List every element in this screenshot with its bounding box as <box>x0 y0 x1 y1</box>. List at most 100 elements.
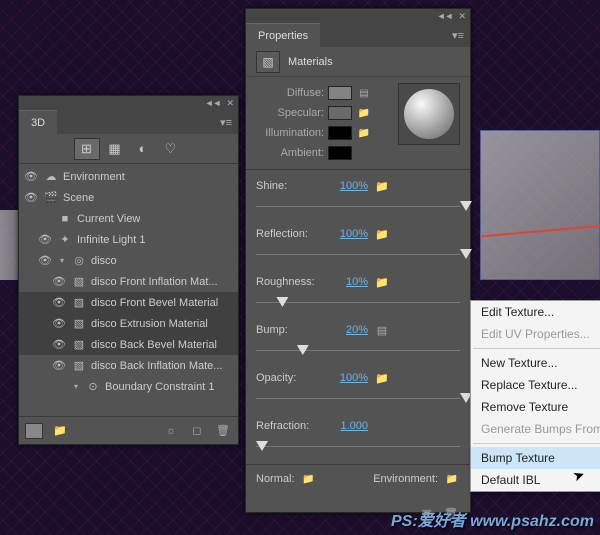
tree-disco[interactable]: 👁 ▾ ◎ disco <box>19 250 238 271</box>
menu-edit-texture[interactable]: Edit Texture... <box>471 301 600 323</box>
materials-icon[interactable]: ▧ <box>256 51 280 73</box>
tab-3d[interactable]: 3D <box>19 110 57 134</box>
folder-icon[interactable]: 📁 <box>356 128 372 139</box>
camera-icon: ■ <box>57 213 73 225</box>
texture-picker-icon[interactable]: ▤ <box>356 88 372 99</box>
visibility-icon[interactable]: 👁 <box>37 254 53 267</box>
mesh-icon: ◎ <box>71 254 87 267</box>
tree-label: Environment <box>63 171 125 183</box>
folder-icon[interactable]: 📁 <box>356 108 372 119</box>
visibility-icon[interactable]: 👁 <box>51 275 67 288</box>
visibility-icon[interactable]: 👁 <box>51 317 67 330</box>
material-icon: ▧ <box>71 317 87 330</box>
folder-icon[interactable]: 📁 <box>374 372 390 385</box>
menu-replace-texture[interactable]: Replace Texture... <box>471 374 600 396</box>
texture-picker-icon[interactable]: ▤ <box>374 324 390 337</box>
roughness-label: Roughness: <box>256 276 318 288</box>
delete-icon[interactable]: 🗑 <box>214 424 232 437</box>
tree-material-extrusion[interactable]: 👁 ▧ disco Extrusion Material <box>19 313 238 334</box>
slider-knob[interactable] <box>460 201 472 211</box>
shine-slider[interactable] <box>256 196 460 216</box>
menu-new-texture[interactable]: New Texture... <box>471 352 600 374</box>
slider-knob[interactable] <box>297 345 309 355</box>
menu-remove-texture[interactable]: Remove Texture <box>471 396 600 418</box>
bump-slider[interactable] <box>256 340 460 360</box>
panel-3d: ◄◄ ✕ 3D ▾≡ ⊞ ▦ ◐ ♡ 👁 ☁ Environment 👁 🎬 S… <box>18 95 239 445</box>
slider-knob[interactable] <box>276 297 288 307</box>
folder-icon[interactable]: 📁 <box>51 424 69 437</box>
normal-environment-row: Normal: 📁 Environment: 📁 <box>246 464 470 493</box>
filter-light-button[interactable]: ♡ <box>158 138 184 160</box>
expand-icon[interactable]: ▾ <box>57 256 67 265</box>
tree-label: disco Back Bevel Material <box>91 339 217 351</box>
scene-icon: 🎬 <box>43 191 59 204</box>
menu-edit-uv: Edit UV Properties... <box>471 323 600 345</box>
roughness-slider[interactable] <box>256 292 460 312</box>
tree-material-front-inflation[interactable]: 👁 ▧ disco Front Inflation Mat... <box>19 271 238 292</box>
refraction-slider[interactable] <box>256 436 460 456</box>
filter-scene-button[interactable]: ⊞ <box>74 138 100 160</box>
new-icon[interactable]: ◻ <box>188 424 206 437</box>
render-icon[interactable]: ☼ <box>162 425 180 437</box>
tree-environment[interactable]: 👁 ☁ Environment <box>19 166 238 187</box>
slider-knob[interactable] <box>460 249 472 259</box>
visibility-icon[interactable]: 👁 <box>37 233 53 246</box>
filter-material-button[interactable]: ◐ <box>130 138 156 160</box>
visibility-icon[interactable]: 👁 <box>23 170 39 183</box>
tree-label: disco Back Inflation Mate... <box>91 360 222 372</box>
tab-properties[interactable]: Properties <box>246 23 320 47</box>
panel-menu-icon[interactable]: ▾≡ <box>220 116 232 129</box>
reflection-value[interactable]: 100% <box>324 228 368 240</box>
panel-props-header[interactable]: ◄◄ ✕ <box>246 9 470 23</box>
scene-tree: 👁 ☁ Environment 👁 🎬 Scene ■ Current View… <box>19 164 238 399</box>
collapse-arrows-icon[interactable]: ◄◄ <box>437 11 453 21</box>
panel-menu-icon[interactable]: ▾≡ <box>452 29 464 42</box>
ambient-swatch[interactable] <box>328 146 352 160</box>
tree-boundary-constraint[interactable]: ▾ ⊙ Boundary Constraint 1 <box>19 376 238 397</box>
shine-value[interactable]: 100% <box>324 180 368 192</box>
collapse-arrows-icon[interactable]: ◄◄ <box>205 98 221 108</box>
slider-knob[interactable] <box>256 441 268 451</box>
reflection-slider[interactable] <box>256 244 460 264</box>
opacity-value[interactable]: 100% <box>324 372 368 384</box>
footer-swatch[interactable] <box>25 423 43 439</box>
tree-label: Current View <box>77 213 140 225</box>
tree-label: Infinite Light 1 <box>77 234 146 246</box>
refraction-value[interactable]: 1.000 <box>324 420 368 432</box>
visibility-icon[interactable]: 👁 <box>51 296 67 309</box>
visibility-icon[interactable]: 👁 <box>51 359 67 372</box>
close-chevron-icon[interactable]: ✕ <box>458 11 466 22</box>
tree-material-back-bevel[interactable]: 👁 ▧ disco Back Bevel Material <box>19 334 238 355</box>
tree-material-back-inflation[interactable]: 👁 ▧ disco Back Inflation Mate... <box>19 355 238 376</box>
panel-3d-tabbar: 3D ▾≡ <box>19 110 238 134</box>
tree-label: disco Extrusion Material <box>91 318 208 330</box>
materials-title: Materials <box>288 56 333 68</box>
tree-material-front-bevel[interactable]: 👁 ▧ disco Front Bevel Material <box>19 292 238 313</box>
bump-row: Bump: 20% ▤ <box>256 320 460 340</box>
diffuse-swatch[interactable] <box>328 86 352 100</box>
folder-icon[interactable]: 📁 <box>444 474 460 485</box>
folder-icon[interactable]: 📁 <box>374 228 390 241</box>
material-preview[interactable] <box>398 83 460 145</box>
tree-infinite-light[interactable]: 👁 ✦ Infinite Light 1 <box>19 229 238 250</box>
folder-icon[interactable]: 📁 <box>374 180 390 193</box>
illumination-swatch[interactable] <box>328 126 352 140</box>
specular-swatch[interactable] <box>328 106 352 120</box>
filter-mesh-button[interactable]: ▦ <box>102 138 128 160</box>
close-chevron-icon[interactable]: ✕ <box>226 98 234 109</box>
menu-generate-bumps: Generate Bumps From D <box>471 418 600 440</box>
visibility-icon[interactable]: 👁 <box>23 191 39 204</box>
roughness-row: Roughness: 10% 📁 <box>256 272 460 292</box>
panel-3d-header[interactable]: ◄◄ ✕ <box>19 96 238 110</box>
bump-value[interactable]: 20% <box>324 324 368 336</box>
slider-section: Shine: 100% 📁 Reflection: 100% 📁 Roughne… <box>246 170 470 456</box>
visibility-icon[interactable]: 👁 <box>51 338 67 351</box>
folder-icon[interactable]: 📁 <box>301 474 317 485</box>
folder-icon[interactable]: 📁 <box>374 276 390 289</box>
roughness-value[interactable]: 10% <box>324 276 368 288</box>
specular-label: Specular: <box>256 107 324 119</box>
tree-scene[interactable]: 👁 🎬 Scene <box>19 187 238 208</box>
expand-icon[interactable]: ▾ <box>71 382 81 391</box>
opacity-slider[interactable] <box>256 388 460 408</box>
tree-current-view[interactable]: ■ Current View <box>19 208 238 229</box>
